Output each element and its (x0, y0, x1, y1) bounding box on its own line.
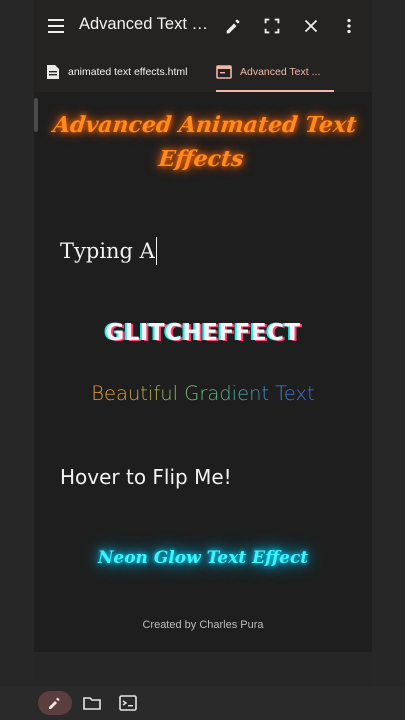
gradient-word: Text (275, 382, 315, 405)
app-title: Advanced Text Effects (79, 15, 214, 33)
content-footer-strip (34, 652, 372, 686)
typing-caret (155, 237, 157, 265)
flip-text[interactable]: Hover to Flip Me! (60, 465, 232, 489)
files-button[interactable] (82, 691, 102, 715)
right-backdrop (372, 0, 405, 720)
tab-preview[interactable]: Advanced Text ... (216, 52, 334, 92)
pencil-icon[interactable] (223, 15, 245, 37)
close-icon[interactable] (300, 15, 322, 37)
tab-label: Advanced Text ... (240, 66, 321, 78)
file-icon (47, 65, 59, 79)
browser-icon (216, 65, 232, 79)
more-vert-icon[interactable] (338, 15, 360, 37)
terminal-icon (119, 695, 137, 711)
scroll-indicator[interactable] (34, 98, 38, 132)
left-backdrop (0, 0, 34, 720)
tab-bar: animated text effects.html Advanced Text… (34, 52, 372, 93)
gradient-word: Beautiful (91, 382, 179, 405)
gradient-word: Gradient (184, 382, 270, 405)
typing-text: Typing A (60, 239, 155, 263)
gradient-text: Beautiful Gradient Text (34, 382, 372, 405)
preview-content[interactable]: Advanced Animated Text Effects Typing A … (34, 92, 372, 652)
editor-app: Advanced Text Effects animated text effe… (34, 0, 372, 720)
edit-button[interactable] (38, 691, 72, 715)
tab-label: animated text effects.html (68, 66, 188, 78)
fullscreen-icon[interactable] (261, 15, 283, 37)
folder-icon (83, 697, 101, 710)
page-heading: Advanced Animated Text Effects (51, 112, 358, 172)
glitch-text: GLITCHEFFECT (105, 320, 301, 346)
terminal-button[interactable] (118, 691, 138, 715)
bottom-toolbar (0, 686, 405, 720)
typing-effect: Typing A (60, 237, 157, 265)
app-bar: Advanced Text Effects (34, 0, 372, 52)
tab-source-file[interactable]: animated text effects.html (46, 52, 206, 92)
credit-text: Created by Charles Pura (142, 619, 264, 631)
neon-text: Neon Glow Text Effect (97, 548, 309, 568)
menu-icon[interactable] (46, 16, 68, 36)
edit-icon (49, 697, 60, 709)
